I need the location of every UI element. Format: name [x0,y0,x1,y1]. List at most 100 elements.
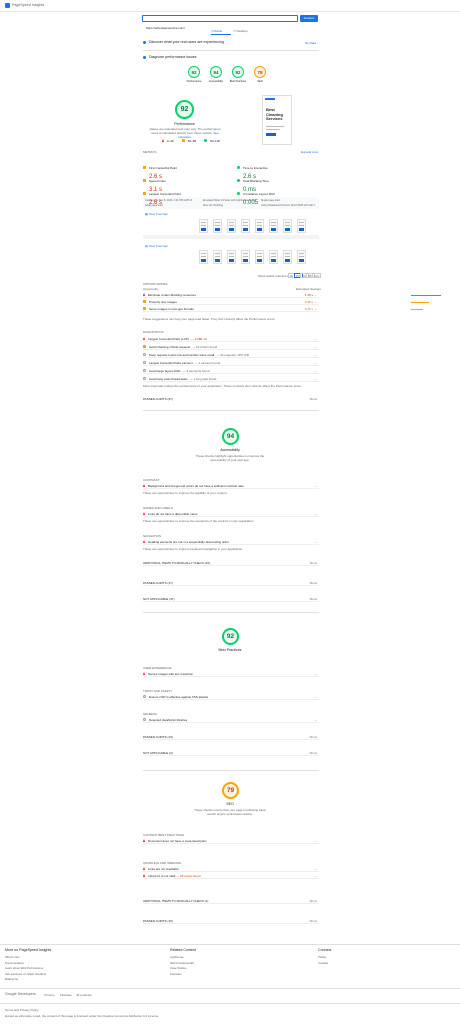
filmstrip-frame [213,250,222,264]
footer-link[interactable]: Documentation [5,961,24,965]
tab-mobile[interactable]: ▯ Mobile [211,29,231,35]
run-info-item: Slow 4G throttling [203,204,223,207]
opportunity-item[interactable]: Eliminate render-blocking resources 1.36 … [143,292,441,298]
header [0,0,460,12]
no-data-link[interactable]: No Data [305,41,316,45]
summary-label: Performance [186,80,202,83]
footer-link[interactable]: Case Studies [170,966,187,970]
manual-checks-seo[interactable]: ADDITIONAL ITEMS TO MANUALLY CHECK (1) Sh… [143,898,319,904]
audit-image-resolution[interactable]: Serves images with low resolution ⌄ [143,671,319,677]
status-icon [143,345,146,348]
diagnostic-item[interactable]: Avoid chaining critical requests — 16 cha… [143,344,319,350]
footer-link[interactable]: What's new [5,955,19,959]
crawl-label: CRAWLING AND INDEXING [143,861,182,865]
savings-value: 0.45 s [304,300,313,304]
footer-link[interactable]: Youtube [318,961,328,965]
filmstrip-frame [269,219,278,233]
best-practices-gauge: 92 [222,628,239,645]
url-input[interactable]: https://ethecleanservice.com/ [142,15,298,30]
screenshot-logo [265,98,275,100]
footer-product-link[interactable]: Chrome [44,993,55,997]
audit-meta-description[interactable]: Document does not have a meta descriptio… [143,838,319,844]
filmstrip-frame [213,219,222,233]
expand-view-link[interactable]: Expand view [301,150,318,154]
footer-divider-2 [0,1003,460,1004]
audit-robots-txt[interactable]: robots.txt is not valid — 26 errors foun… [143,873,319,879]
filmstrip-bar [143,235,319,239]
footer-col-title: Related Content [170,948,196,952]
logo[interactable]: PageSpeed Insights [5,3,44,8]
legend-average: 50–89 [181,139,196,143]
summary-label: Accessibility [208,80,224,83]
summary-gauge-seo[interactable]: 79 [254,66,266,78]
diagnostic-item[interactable]: Largest Contentful Paint element — 1 elem… [143,360,319,366]
footer-link[interactable]: Twitter [318,955,326,959]
filter-chip-cls[interactable]: CLS [312,273,321,278]
chevron-down-icon: ⌄ [314,345,317,349]
logo-text: PageSpeed Insights [12,3,45,7]
terms-link[interactable]: Terms and Privacy Policy [5,1008,39,1012]
audit-heading-order[interactable]: Heading elements are not in a sequential… [143,539,319,545]
footer-link[interactable]: Mailing list [5,977,18,981]
footer-product-link[interactable]: All products [76,993,92,997]
diagnostic-item[interactable]: Avoid long main-thread tasks — 1 long tas… [143,376,319,382]
url-value: https://ethecleanservice.com/ [146,26,185,30]
diagnostic-item[interactable]: Keep request counts low and transfer siz… [143,352,319,358]
filmstrip-frame [241,219,250,233]
footer-product-link[interactable]: Firebase [60,993,72,997]
opportunity-col: Opportunity [143,287,159,291]
summary-gauge-performance[interactable]: 92 [188,66,200,78]
chevron-down-icon: ⌄ [314,293,317,297]
not-applicable-a11y[interactable]: NOT APPLICABLE (47) Show [143,596,319,602]
filmstrip-frame [227,219,236,233]
audit-link-name[interactable]: Links do not have a discernible name ⌄ [143,511,319,517]
footer-link[interactable]: Ask questions on Stack Overflow [5,972,46,976]
navigation-label: NAVIGATION [143,534,162,538]
passed-audits-perf[interactable]: PASSED AUDITS (37) Show [143,396,319,402]
view-treemap-button[interactable]: ▦ View Treemap [145,212,168,216]
final-screenshot: Best Cleaning Services [262,95,292,145]
filmstrip-frame [199,250,208,264]
filmstrip-frame [255,250,264,264]
opportunity-item[interactable]: Serve images in next-gen formats 0.15 s ⌄ [143,306,423,312]
diagnostic-item[interactable]: Avoid large layout shifts — 5 elements fo… [143,368,319,374]
status-icon [143,369,146,372]
contrast-label: CONTRAST [143,478,160,482]
view-trace-button[interactable]: ▤ View Treemap [145,244,168,248]
footer-link[interactable]: Lighthouse [170,955,184,959]
footer-link[interactable]: Learn about Web Performance [5,966,43,970]
footer-link[interactable]: Podcasts [170,972,182,976]
analyze-button[interactable]: Analyze [300,15,318,22]
run-info-item: Captured at Dec 8, 2023, 2:41 PM GMT+5 [145,199,193,202]
savings-value: 1.36 s [304,293,313,297]
manual-checks-a11y[interactable]: ADDITIONAL ITEMS TO MANUALLY CHECK (10) S… [143,560,319,566]
audit-contrast[interactable]: Background and foreground colors do not … [143,483,319,489]
diagnostic-item[interactable]: Largest Contentful Paint (LCP) — 2,580 ms… [143,336,319,342]
filmstrip-frame [255,219,264,233]
audit-js-libraries[interactable]: Detected JavaScript libraries ⌄ [143,717,319,723]
accessibility-gauge: 94 [222,428,239,445]
audit-crawlable-links[interactable]: Links are not crawlable ⌄ [143,866,319,872]
status-icon [143,293,145,296]
opportunity-item[interactable]: Properly size images 0.45 s ⌄ [143,299,429,305]
status-icon [143,361,146,364]
opportunities-label: OPPORTUNITIES [143,282,168,286]
google-developers-logo[interactable]: Google Developers [5,992,36,997]
footer-link[interactable]: Web Fundamentals [170,961,194,965]
filmstrip-frame [297,250,306,264]
run-info-item: Initial page load [145,204,163,207]
status-icon [143,337,145,340]
filmstrip-frame [283,219,292,233]
summary-gauge-best-practices[interactable]: 92 [232,66,244,78]
chevron-down-icon: ⌄ [314,353,317,357]
section-divider [143,410,319,411]
savings-bar [411,294,441,296]
not-applicable-bp[interactable]: NOT APPLICABLE (2) Show [143,750,319,756]
summary-gauge-accessibility[interactable]: 94 [210,66,222,78]
audit-csp[interactable]: Ensure CSP is effective against XSS atta… [143,694,319,700]
passed-audits-bp[interactable]: PASSED AUDITS (13) Show [143,734,319,740]
tab-desktop[interactable]: ▭ Desktop [233,29,255,35]
passed-audits-seo[interactable]: PASSED AUDITS (10) Show [143,918,319,924]
passed-audits-a11y[interactable]: PASSED AUDITS (17) Show [143,580,319,586]
content-label: CONTENT BEST PRACTICES [143,833,185,837]
